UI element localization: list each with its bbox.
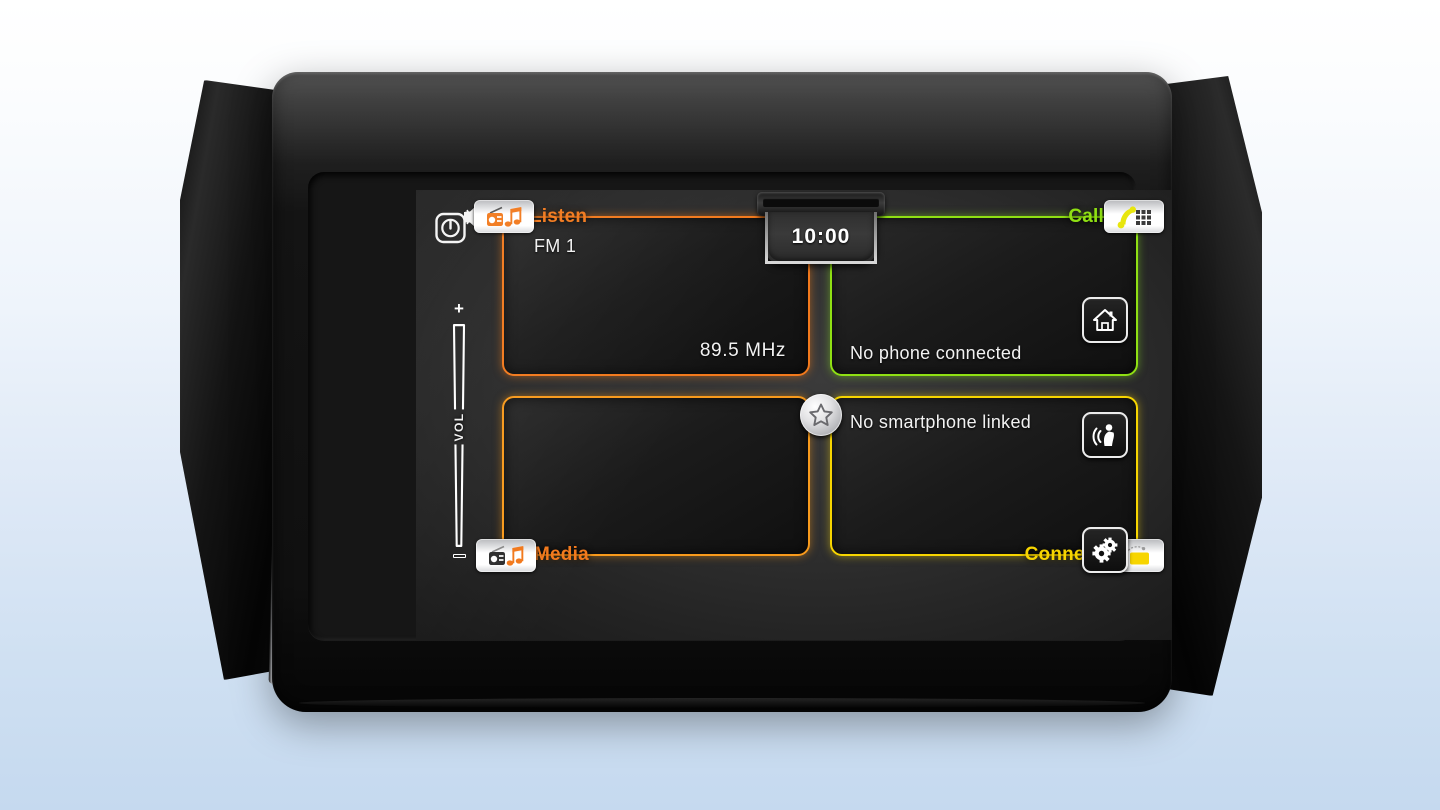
volume-control[interactable]: + VOL bbox=[442, 300, 476, 558]
star-favourite-icon[interactable] bbox=[800, 394, 842, 436]
tile-media-title: Media bbox=[534, 544, 589, 565]
volume-wedge-graphic: VOL bbox=[448, 323, 470, 548]
tile-listen-title: Listen bbox=[530, 206, 588, 227]
tile-listen-frequency: 89.5 MHz bbox=[699, 340, 786, 361]
phone-keypad-icon[interactable] bbox=[1104, 200, 1164, 233]
tile-connect-status: No smartphone linked bbox=[850, 412, 1032, 432]
tile-media[interactable]: Media bbox=[476, 396, 810, 572]
gears-settings-icon[interactable] bbox=[1082, 527, 1128, 573]
tile-listen-band: FM 1 bbox=[534, 236, 577, 256]
tile-call-title: Call bbox=[1068, 206, 1104, 227]
clock-time: 10:00 bbox=[791, 224, 851, 248]
volume-plus-label: + bbox=[454, 299, 464, 318]
media-music-icon[interactable] bbox=[476, 539, 536, 572]
volume-minus-icon bbox=[452, 554, 466, 558]
voice-command-icon[interactable] bbox=[1082, 412, 1128, 458]
tile-call-status: No phone connected bbox=[850, 343, 1022, 363]
head-unit-device: + VOL 10:00 Listen FM 1 89.5 MHz Call No… bbox=[180, 62, 1262, 722]
tile-listen[interactable]: Listen FM 1 89.5 MHz bbox=[474, 200, 810, 376]
clock-pod[interactable]: 10:00 bbox=[765, 212, 877, 264]
volume-label: VOL bbox=[452, 409, 466, 444]
radio-music-icon[interactable] bbox=[474, 200, 534, 233]
device-front-face: + VOL 10:00 Listen FM 1 89.5 MHz Call No… bbox=[272, 72, 1172, 712]
home-icon[interactable] bbox=[1082, 297, 1128, 343]
lcd-screen[interactable]: + VOL 10:00 Listen FM 1 89.5 MHz Call No… bbox=[416, 190, 1172, 640]
home-tile-grid: Listen FM 1 89.5 MHz Call No phone conne… bbox=[474, 200, 1164, 572]
